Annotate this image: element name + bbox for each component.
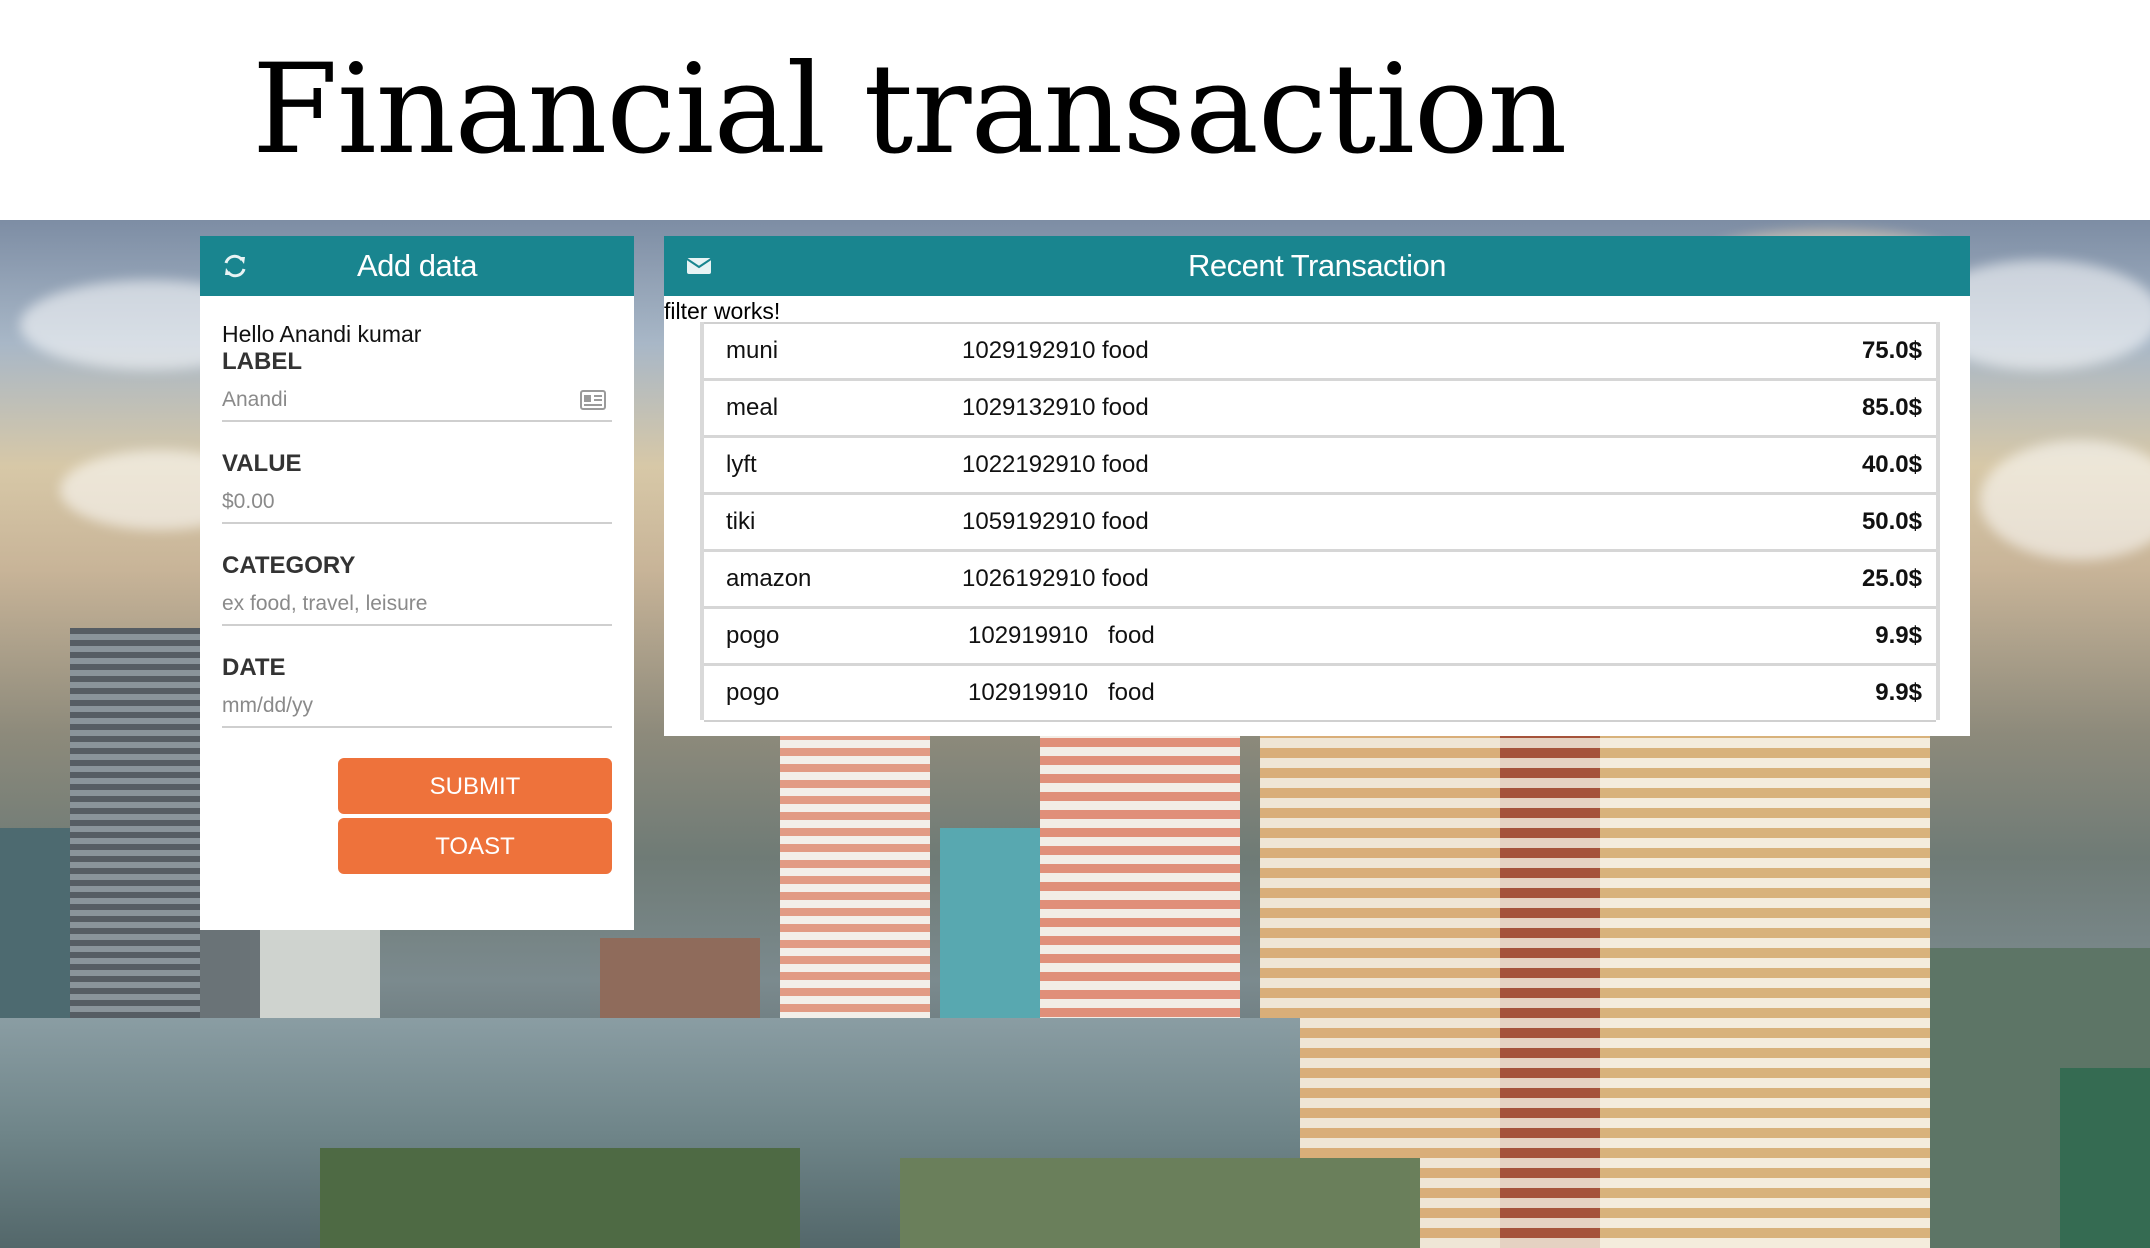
transaction-amount: 40.0$ <box>1861 451 1922 478</box>
label-input[interactable] <box>222 382 612 418</box>
transaction-category: food <box>1102 565 1149 592</box>
transaction-id: 102919910 <box>968 622 1089 649</box>
add-data-title: Add data <box>356 248 478 283</box>
transaction-category: food <box>1102 508 1149 535</box>
contact-card-icon <box>580 390 606 410</box>
transaction-row[interactable]: meal 1029132910 food 85.0$ <box>704 378 1936 437</box>
transaction-label: pogo <box>726 622 780 649</box>
value-field-wrap <box>222 484 612 524</box>
transaction-label: meal <box>726 394 779 421</box>
transaction-category: food <box>1108 679 1155 706</box>
transaction-amount: 9.9$ <box>1875 679 1922 706</box>
transaction-list: muni 1029192910 food 75.0$ meal 1029132910 foo… <box>700 322 1940 722</box>
recent-transactions-panel: Recent Transaction filter works! muni 102… <box>664 236 1970 736</box>
transaction-label: pogo <box>726 679 780 706</box>
filter-message: filter works! <box>664 298 781 324</box>
transaction-row[interactable]: amazon 1026192910 food 25.0$ <box>704 549 1936 608</box>
transaction-row[interactable]: pogo 102919910 food 9.9$ <box>704 606 1936 665</box>
date-input[interactable] <box>222 688 612 724</box>
transaction-id: 1022192910 <box>962 451 1096 478</box>
transaction-amount: 50.0$ <box>1861 508 1922 535</box>
value-field-label: VALUE <box>222 450 302 477</box>
transaction-category: food <box>1102 337 1149 364</box>
greeting-text: Hello Anandi kumar <box>222 321 422 347</box>
transaction-amount: 85.0$ <box>1861 394 1922 421</box>
submit-button[interactable]: SUBMIT <box>338 758 612 814</box>
category-field-wrap <box>222 586 612 626</box>
transaction-label: tiki <box>726 508 756 535</box>
transaction-id: 1059192910 <box>962 508 1096 535</box>
envelope-icon[interactable] <box>686 256 712 280</box>
transaction-id: 102919910 <box>968 679 1089 706</box>
recent-transactions-header: Recent Transaction <box>664 236 1970 296</box>
transaction-id: 1029192910 <box>962 337 1096 364</box>
label-field-label: LABEL <box>222 348 302 375</box>
transaction-row[interactable]: lyft 1022192910 food 40.0$ <box>704 435 1936 494</box>
transaction-category: food <box>1102 451 1149 478</box>
transaction-row[interactable]: muni 1029192910 food 75.0$ <box>704 322 1936 380</box>
transaction-category: food <box>1108 622 1155 649</box>
date-field-wrap <box>222 688 612 728</box>
transaction-category: food <box>1102 394 1149 421</box>
transaction-amount: 75.0$ <box>1861 337 1922 364</box>
refresh-icon[interactable] <box>222 254 248 278</box>
category-input[interactable] <box>222 586 612 622</box>
transaction-row[interactable]: tiki 1059192910 food 50.0$ <box>704 492 1936 551</box>
add-data-header: Add data <box>200 236 634 296</box>
recent-transactions-title: Recent Transaction <box>1187 248 1447 283</box>
transaction-id: 1029132910 <box>962 394 1096 421</box>
toast-button[interactable]: TOAST <box>338 818 612 874</box>
label-field-wrap <box>222 382 612 422</box>
date-field-label: DATE <box>222 654 286 681</box>
transaction-label: lyft <box>726 451 757 478</box>
transaction-amount: 9.9$ <box>1875 622 1922 649</box>
transaction-row[interactable]: pogo 102919910 food 9.9$ <box>704 663 1936 722</box>
category-field-label: CATEGORY <box>222 552 356 579</box>
transaction-label: amazon <box>726 565 812 592</box>
page-title: Financial transaction <box>252 38 1567 182</box>
transaction-label: muni <box>726 337 779 364</box>
transaction-amount: 25.0$ <box>1861 565 1922 592</box>
add-data-panel: Add data Hello Anandi kumar LABEL VALUE … <box>200 236 634 930</box>
transaction-id: 1026192910 <box>962 565 1096 592</box>
value-input[interactable] <box>222 484 612 520</box>
